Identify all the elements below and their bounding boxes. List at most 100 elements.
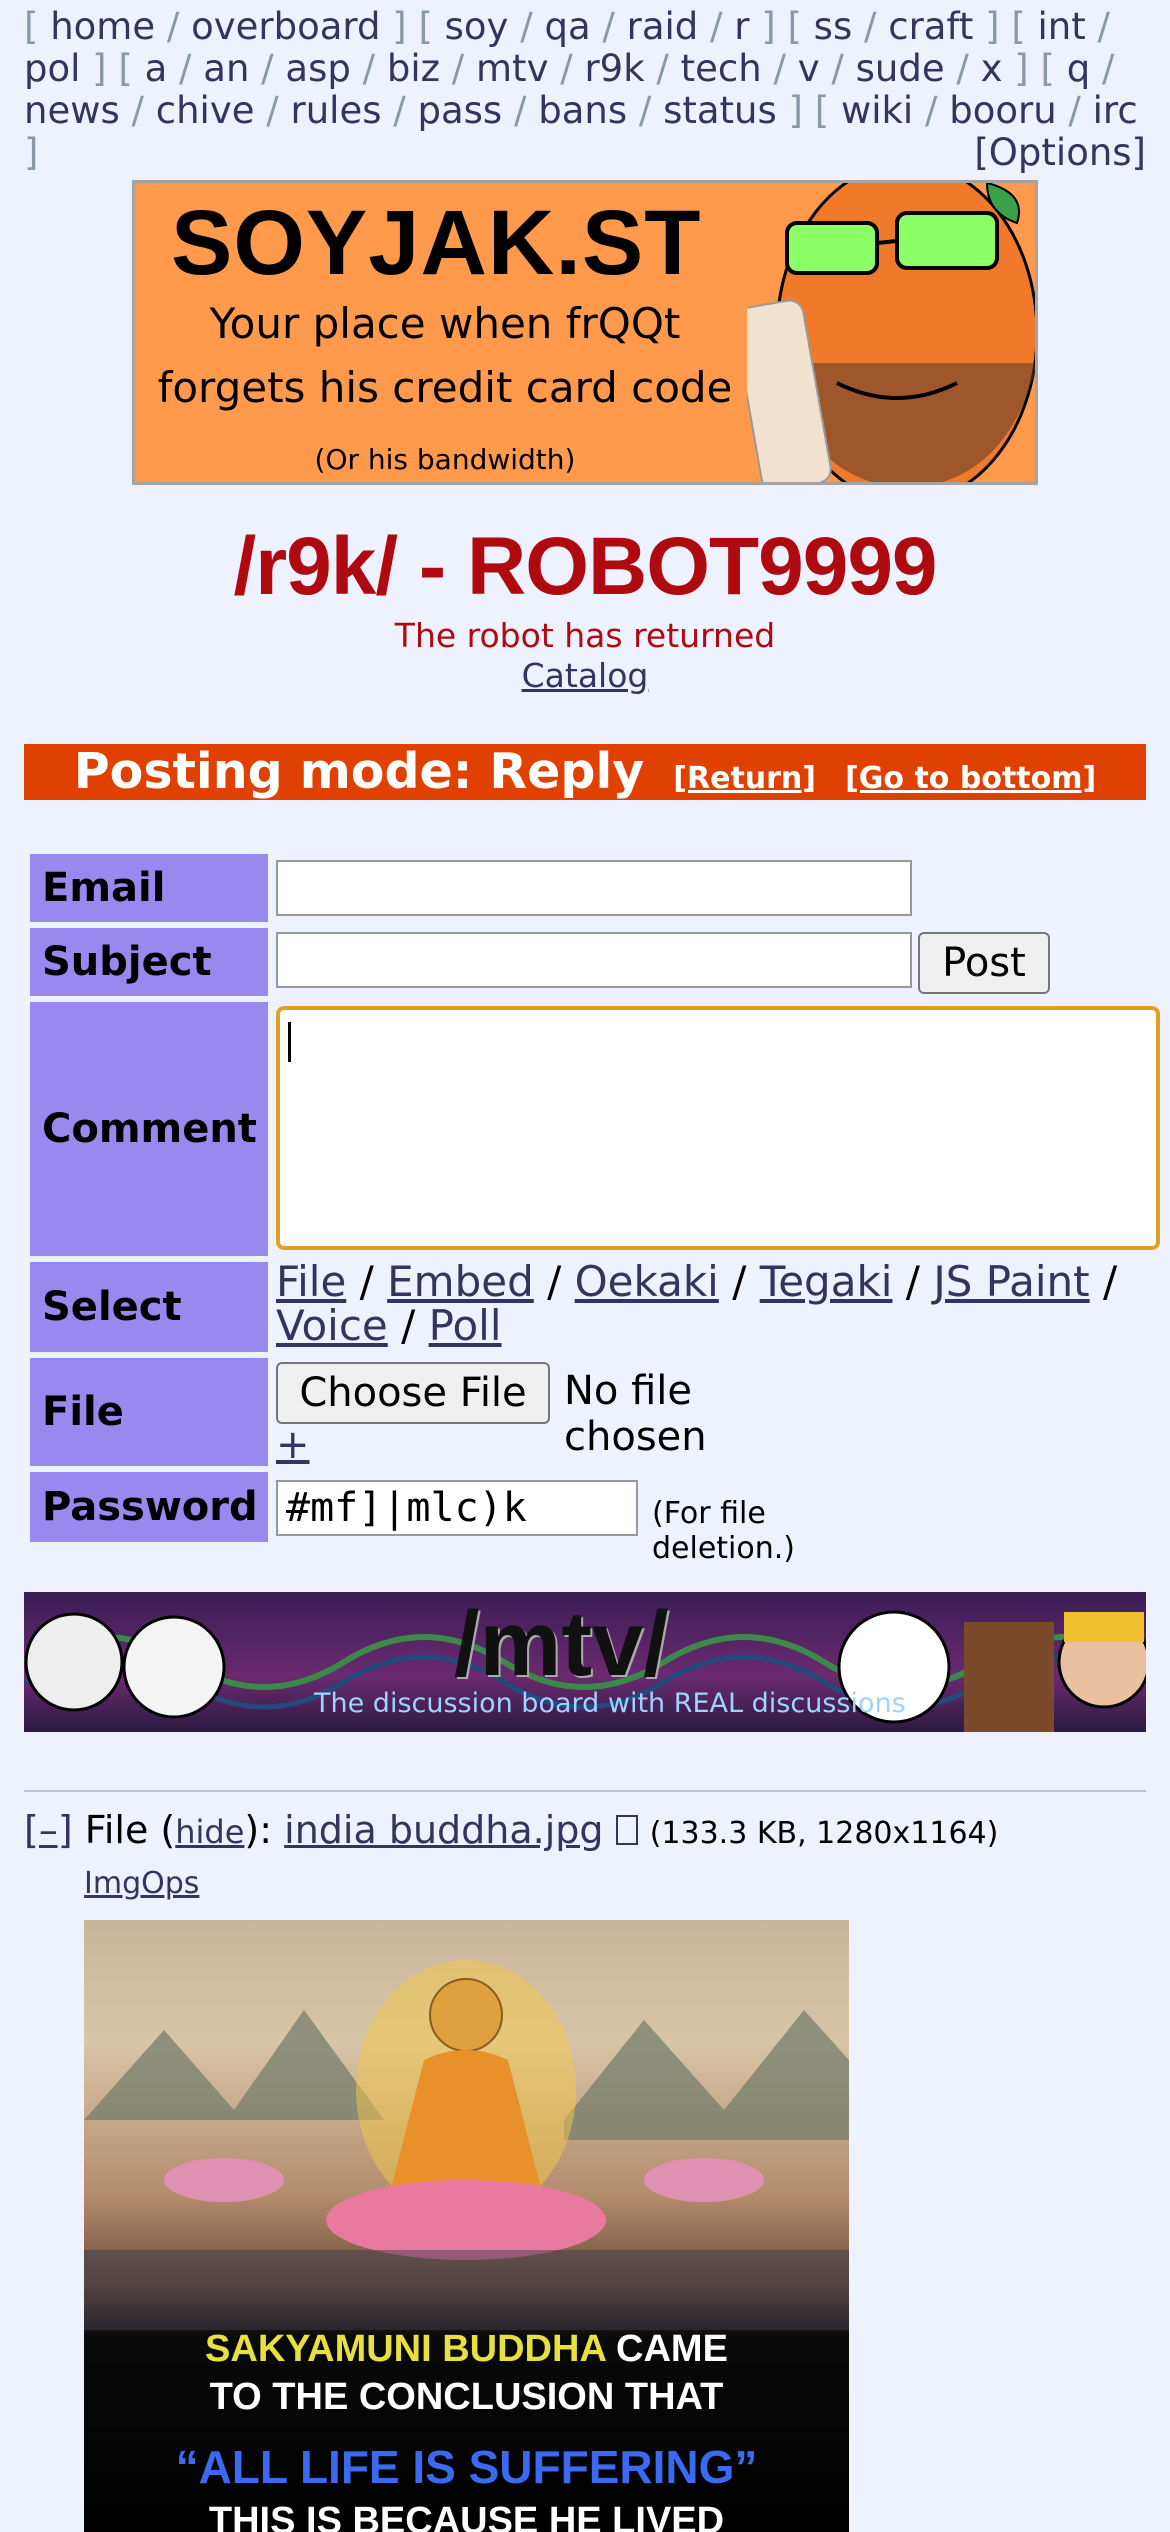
- posting-mode-label: Posting mode: Reply: [73, 743, 645, 800]
- banner-line-3: (Or his bandwidth): [314, 443, 576, 476]
- board-link-pol[interactable]: pol: [24, 47, 80, 90]
- board-link-overboard[interactable]: overboard: [191, 5, 380, 48]
- post-image[interactable]: SAKYAMUNI BUDDHA CAME TO THE CONCLUSION …: [84, 1920, 849, 2532]
- bracket: ]: [80, 47, 119, 90]
- board-link-mtv[interactable]: mtv: [476, 47, 548, 90]
- board-link-r9k[interactable]: r9k: [584, 47, 644, 90]
- separator: /: [852, 5, 889, 48]
- board-link-craft[interactable]: craft: [888, 5, 973, 48]
- board-link-x[interactable]: x: [981, 47, 1003, 90]
- board-link-qa[interactable]: qa: [544, 5, 590, 48]
- bracket: [: [24, 5, 51, 48]
- collapse-toggle[interactable]: [–]: [24, 1808, 73, 1852]
- bracket: ]: [776, 89, 815, 132]
- posting-mode-bar: Posting mode: Reply [Return] [Go to bott…: [24, 744, 1146, 800]
- mtv-title: /mtv/: [454, 1593, 669, 1695]
- select-voice-link[interactable]: Voice: [276, 1301, 388, 1350]
- board-link-status[interactable]: status: [663, 89, 777, 132]
- board-link-booru[interactable]: booru: [949, 89, 1056, 132]
- separator: /: [548, 47, 585, 90]
- separator: /: [508, 5, 545, 48]
- separator: /: [627, 89, 664, 132]
- board-link-an[interactable]: an: [203, 47, 249, 90]
- post-button[interactable]: Post: [918, 932, 1050, 994]
- board-link-home[interactable]: home: [50, 5, 155, 48]
- separator: /: [590, 5, 627, 48]
- hide-link[interactable]: hide: [175, 1813, 244, 1851]
- separator: /: [1085, 5, 1111, 48]
- choose-file-button[interactable]: Choose File: [276, 1362, 550, 1424]
- separator: /: [698, 5, 735, 48]
- separator: /: [381, 89, 418, 132]
- bracket: [: [814, 89, 841, 132]
- board-link-sude[interactable]: sude: [856, 47, 945, 90]
- separator: /: [254, 89, 291, 132]
- board-link-pass[interactable]: pass: [417, 89, 502, 132]
- board-link-wiki[interactable]: wiki: [841, 89, 913, 132]
- board-link-rules[interactable]: rules: [291, 89, 382, 132]
- comment-textarea[interactable]: [276, 1006, 1160, 1250]
- board-link-raid[interactable]: raid: [627, 5, 699, 48]
- return-link[interactable]: [Return]: [673, 761, 816, 796]
- email-field[interactable]: [276, 860, 912, 916]
- board-list: [ home / overboard ] [ soy / qa / raid /…: [24, 6, 1146, 174]
- password-note: (For file deletion.): [652, 1496, 795, 1566]
- board-link-ss[interactable]: ss: [814, 5, 853, 48]
- bracket: [: [118, 47, 145, 90]
- mtv-banner[interactable]: /mtv/ The discussion board with REAL dis…: [24, 1592, 1146, 1732]
- buddha-illustration: [84, 1960, 849, 2330]
- catalog-link[interactable]: Catalog: [522, 656, 649, 695]
- board-link-irc[interactable]: irc: [1093, 89, 1138, 132]
- select-embed-link[interactable]: Embed: [387, 1257, 534, 1306]
- board-link-r[interactable]: r: [734, 5, 749, 48]
- separator: /: [644, 47, 681, 90]
- separator: /: [350, 47, 387, 90]
- board-link-bans[interactable]: bans: [538, 89, 627, 132]
- subject-label: Subject: [30, 928, 268, 996]
- board-link-biz[interactable]: biz: [387, 47, 440, 90]
- comment-label: Comment: [30, 1002, 268, 1256]
- board-link-news[interactable]: news: [24, 89, 120, 132]
- board-link-soy[interactable]: soy: [445, 5, 509, 48]
- bracket: ]: [749, 5, 788, 48]
- caption-rest: CAME: [605, 2328, 728, 2370]
- caption-line-3: “ALL LIFE IS SUFFERING”: [175, 2441, 758, 2493]
- file-word: File: [84, 1808, 149, 1852]
- bracket: [: [418, 5, 445, 48]
- file-label: File: [30, 1358, 268, 1466]
- board-link-a[interactable]: a: [145, 47, 168, 90]
- bracket: [: [1011, 5, 1038, 48]
- select-tegaki-link[interactable]: Tegaki: [760, 1257, 893, 1306]
- go-to-bottom-link[interactable]: [Go to bottom]: [845, 761, 1096, 796]
- caption-line-2: TO THE CONCLUSION THAT: [209, 2376, 724, 2418]
- banner-line-1: Your place when frQQt: [209, 299, 681, 348]
- site-banner[interactable]: SOYJAK.ST Your place when frQQt forgets …: [132, 180, 1038, 485]
- board-link-q[interactable]: q: [1067, 47, 1091, 90]
- imgops-link[interactable]: ImgOps: [84, 1866, 199, 1901]
- add-file-link[interactable]: +: [276, 1422, 310, 1468]
- separator: /: [167, 47, 204, 90]
- board-link-int[interactable]: int: [1038, 5, 1086, 48]
- caption-line-4: THIS IS BECAUSE HE LIVED: [208, 2500, 725, 2532]
- board-link-chive[interactable]: chive: [156, 89, 255, 132]
- bracket: [: [787, 5, 814, 48]
- board-link-tech[interactable]: tech: [681, 47, 762, 90]
- file-info: [–] File (hide): india buddha.jpg (133.3…: [24, 1808, 999, 1852]
- separator: /: [440, 47, 477, 90]
- banner-title: SOYJAK.ST: [171, 192, 702, 294]
- select-oekaki-link[interactable]: Oekaki: [575, 1257, 719, 1306]
- filename-link[interactable]: india buddha.jpg: [284, 1808, 603, 1852]
- catalog-wrapper: Catalog: [0, 656, 1170, 695]
- board-link-v[interactable]: v: [798, 47, 820, 90]
- download-icon[interactable]: [615, 1815, 638, 1845]
- text-cursor: [288, 1022, 291, 1062]
- select-file-link[interactable]: File: [276, 1257, 346, 1306]
- select-poll-link[interactable]: Poll: [429, 1301, 502, 1350]
- options-link[interactable]: [Options]: [974, 132, 1146, 174]
- subject-field[interactable]: [276, 932, 912, 988]
- board-link-asp[interactable]: asp: [285, 47, 350, 90]
- select-jspaint-link[interactable]: JS Paint: [933, 1257, 1089, 1306]
- password-field[interactable]: #mf]|mlc)k: [276, 1480, 638, 1536]
- caption-line-1: SAKYAMUNI BUDDHA CAME: [84, 2328, 849, 2371]
- soyjak-face-icon: [747, 183, 1035, 482]
